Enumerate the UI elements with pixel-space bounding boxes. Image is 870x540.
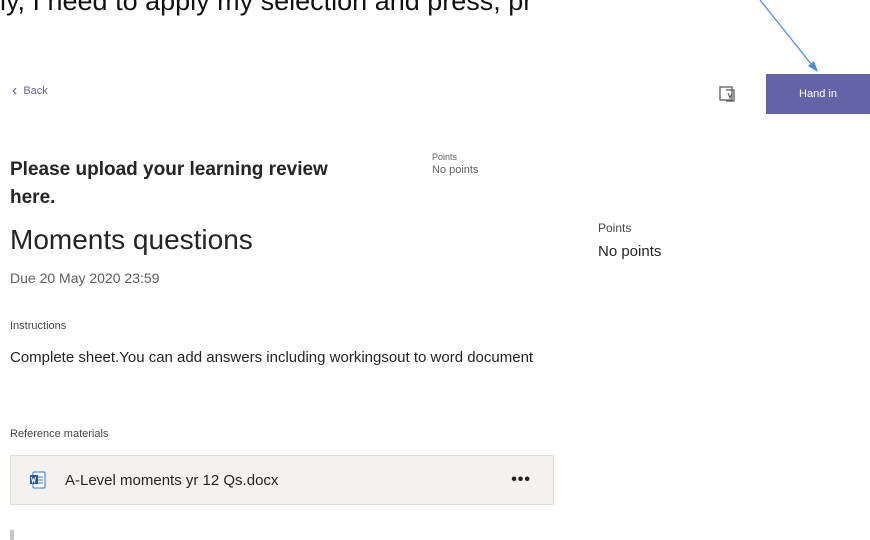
chevron-left-icon: ‹ [12, 82, 18, 99]
back-button[interactable]: ‹ Back [12, 82, 48, 99]
assignment-title: Moments questions [10, 224, 253, 255]
immersive-reader-icon[interactable] [718, 84, 738, 104]
points-label: Points [598, 221, 632, 235]
reference-file-card[interactable]: A-Level moments yr 12 Qs.docx ••• [10, 455, 554, 505]
word-document-icon [30, 471, 46, 489]
hand-in-button[interactable]: Hand in [766, 74, 870, 114]
instructions-text: Complete sheet.You can add answers inclu… [10, 349, 534, 366]
points-value: No points [598, 243, 662, 260]
file-name: A-Level moments yr 12 Qs.docx [65, 471, 279, 489]
cropped-element [10, 530, 14, 540]
instructions-label: Instructions [10, 320, 67, 332]
due-date: Due 20 May 2020 23:59 [10, 270, 160, 286]
points-label-small: Points [432, 152, 458, 162]
annotation-arrow [759, 0, 818, 72]
back-label: Back [23, 85, 48, 97]
more-options-icon[interactable]: ••• [511, 471, 531, 489]
points-value-small: No points [432, 164, 479, 176]
reference-materials-label: Reference materials [10, 428, 109, 440]
assignment-heading: Please upload your learning review here. [10, 159, 328, 208]
